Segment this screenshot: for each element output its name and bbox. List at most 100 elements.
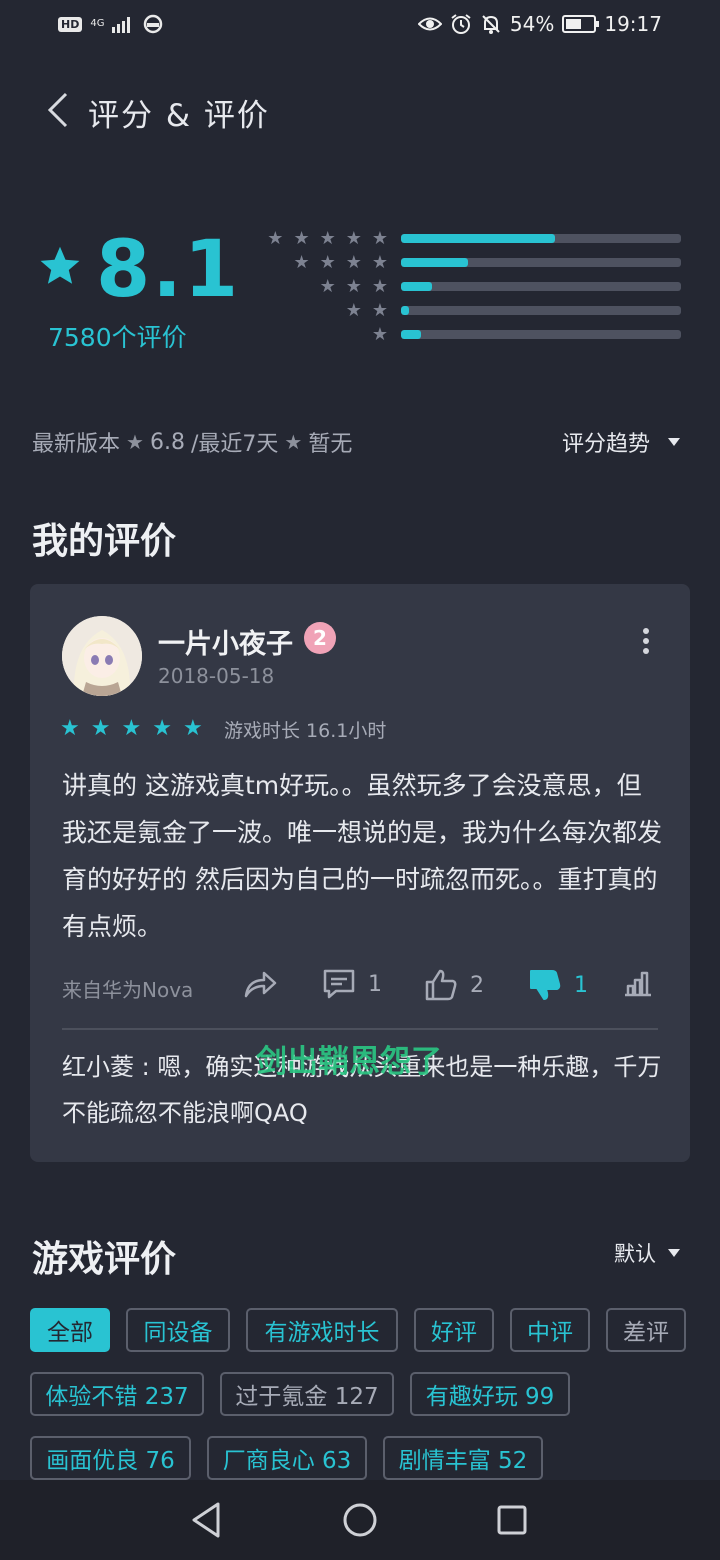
- star-icon: ★: [267, 227, 284, 249]
- comment-count: 1: [368, 971, 382, 997]
- rating-bar: [401, 329, 681, 339]
- star-group: ★: [258, 324, 388, 345]
- device-label: 来自华为Nova: [62, 978, 194, 1002]
- filter-has-playtime[interactable]: 有游戏时长: [246, 1308, 398, 1352]
- star-icon: ★: [319, 251, 336, 273]
- star-group: ★ ★ ★ ★ ★: [258, 228, 388, 249]
- latest-version-label: 最新版本: [32, 432, 121, 457]
- recent-value: 暂无: [308, 432, 353, 457]
- version-rating-line: 最新版本 ★ 6.8 /最近7天 ★ 暂无: [32, 426, 352, 458]
- navigation-bar: [0, 1480, 720, 1560]
- status-left: HD 4G: [58, 14, 164, 34]
- review-count: 7580个评价: [48, 323, 187, 352]
- nav-recents-icon[interactable]: [496, 1504, 528, 1536]
- caret-down-icon: [668, 1249, 680, 1257]
- dot: [643, 628, 649, 634]
- rating-bar: [401, 281, 681, 291]
- rating-bar-row: ★ ★: [258, 299, 682, 321]
- star-group: ★ ★ ★ ★: [258, 252, 388, 273]
- anime-avatar-icon: [62, 616, 142, 696]
- rating-bar-fill: [401, 305, 410, 315]
- rating-bar-fill: [401, 281, 432, 291]
- sort-dropdown[interactable]: 默认: [614, 1238, 680, 1268]
- dot: [643, 638, 649, 644]
- caret-down-icon: [668, 438, 680, 446]
- star-icon: ★: [345, 251, 362, 273]
- star-icon: ★: [345, 227, 362, 249]
- status-bar: HD 4G 54% 19:17: [0, 0, 720, 56]
- tag-chip[interactable]: 厂商良心 63: [207, 1436, 367, 1480]
- user-name[interactable]: 一片小夜子: [158, 622, 293, 661]
- dot: [643, 648, 649, 654]
- like-button[interactable]: 2: [424, 968, 484, 1002]
- back-button[interactable]: [40, 88, 80, 132]
- rating-bar-fill: [401, 329, 421, 339]
- filter-positive[interactable]: 好评: [414, 1308, 494, 1352]
- eye-icon: [417, 17, 442, 31]
- watermark: 剑出鞘恩怨了: [256, 1044, 442, 1080]
- recent-label: /最近7天: [190, 432, 279, 457]
- rating-bar-row: ★ ★ ★ ★ ★: [258, 228, 682, 249]
- star-icon: ★: [345, 299, 362, 321]
- tag-chip[interactable]: 体验不错 237: [30, 1372, 204, 1416]
- rating-bar: [401, 257, 681, 267]
- chevron-left-icon: [47, 92, 68, 128]
- star-icon: ★: [293, 251, 310, 273]
- nav-home-icon[interactable]: [342, 1502, 378, 1538]
- star-icon: ★: [293, 227, 310, 249]
- mute-bell-icon: [482, 15, 500, 34]
- star-icon: ★: [319, 227, 336, 249]
- thumbs-up-icon: [425, 969, 457, 1001]
- star-icon: ★: [152, 716, 172, 741]
- rating-bar: [401, 305, 681, 315]
- star-icon: ★: [371, 251, 388, 273]
- star-icon: ★: [371, 299, 388, 321]
- star-group: ★ ★ ★: [258, 276, 388, 297]
- star-icon: [40, 246, 80, 284]
- divider: [62, 1028, 658, 1030]
- battery-percent: 54%: [509, 12, 555, 36]
- clock: 19:17: [604, 12, 662, 36]
- rating-bar-row: ★: [258, 324, 682, 345]
- dislike-button[interactable]: 1: [528, 968, 588, 1002]
- like-count: 2: [470, 972, 484, 998]
- share-button[interactable]: [242, 968, 278, 1000]
- star-icon: ★: [121, 716, 142, 741]
- tag-chip[interactable]: 画面优良 76: [30, 1436, 191, 1480]
- share-icon: [244, 971, 277, 998]
- tag-chip[interactable]: 过于氪金 127: [220, 1372, 394, 1416]
- tag-chip[interactable]: 剧情丰富 52: [383, 1436, 543, 1480]
- battery-icon: [562, 15, 600, 33]
- filter-same-device[interactable]: 同设备: [126, 1308, 230, 1352]
- filter-neutral[interactable]: 中评: [510, 1308, 590, 1352]
- status-right: 54% 19:17: [417, 12, 662, 36]
- rating-trend-button[interactable]: 评分趋势: [562, 426, 680, 458]
- rating-bar: [401, 233, 681, 243]
- filter-all[interactable]: 全部: [30, 1308, 110, 1352]
- star-icon: ★: [90, 716, 111, 741]
- stats-button[interactable]: [622, 968, 654, 998]
- filter-negative[interactable]: 差评: [606, 1308, 686, 1352]
- overall-score: 8.1: [96, 225, 241, 315]
- latest-version-score: 6.8: [149, 429, 185, 455]
- hd-icon: HD: [58, 16, 83, 32]
- thumbs-down-icon: [530, 970, 561, 1000]
- star-icon: ★: [126, 430, 144, 454]
- review-stars: ★ ★ ★ ★ ★: [60, 716, 203, 741]
- signal-icon: [112, 17, 131, 33]
- game-reviews-title: 游戏评价: [32, 1239, 177, 1280]
- rating-trend-label: 评分趋势: [561, 432, 650, 457]
- review-text: 讲真的 这游戏真tm好玩。。虽然玩多了会没意思，但我还是氪金了一波。唯一想说的是…: [62, 771, 663, 941]
- star-icon: ★: [371, 323, 388, 345]
- comment-button[interactable]: 1: [322, 968, 382, 1000]
- star-icon: ★: [284, 430, 303, 454]
- more-options-button[interactable]: [634, 626, 658, 656]
- my-review-card: 一片小夜子 2 2018-05-18 ★ ★ ★ ★ ★ 游戏时长 16.1小时…: [30, 584, 690, 1162]
- nav-back-icon[interactable]: [188, 1500, 224, 1540]
- tag-chip[interactable]: 有趣好玩 99: [410, 1372, 570, 1416]
- avatar[interactable]: [62, 616, 142, 696]
- review-date: 2018-05-18: [158, 664, 275, 688]
- alarm-icon: [451, 14, 471, 34]
- my-review-title: 我的评价: [32, 521, 177, 562]
- rating-bar-row: ★ ★ ★ ★: [258, 252, 682, 273]
